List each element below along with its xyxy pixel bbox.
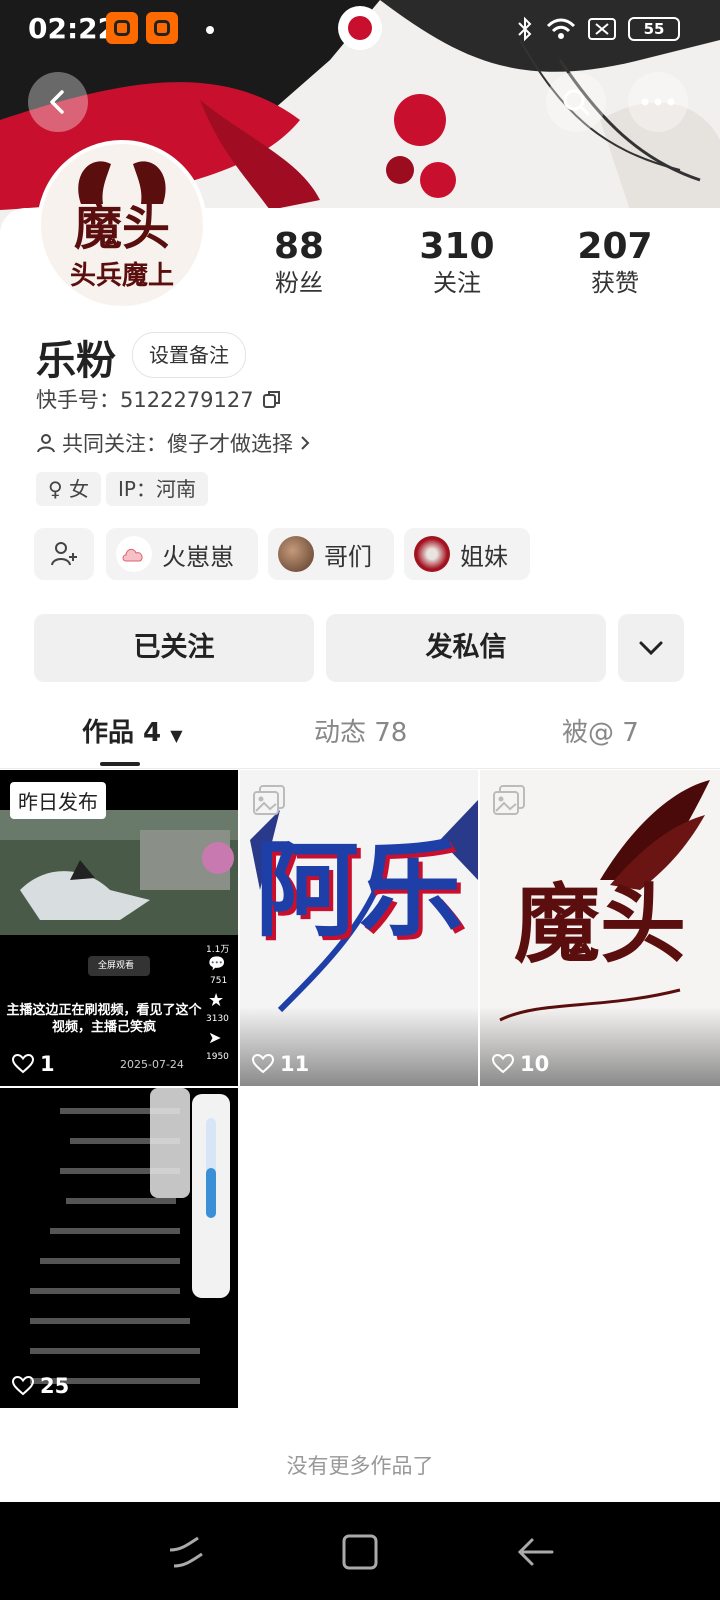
heart-icon: [12, 1376, 34, 1396]
tab-moments[interactable]: 动态 78: [314, 712, 407, 749]
comment-icon: 💬: [208, 956, 226, 972]
avatar-main-text: 魔头: [74, 200, 170, 256]
work-art-text: 魔头: [514, 874, 686, 975]
chevron-right-icon: [301, 436, 310, 450]
gender-tag-text: 女: [69, 477, 90, 501]
likes-label: 获赞: [591, 269, 639, 297]
work-art-text: 阿乐: [254, 828, 463, 951]
sim-off-icon: [588, 18, 616, 40]
battery-icon: 55: [628, 17, 680, 41]
back-arrow-icon: [50, 90, 64, 114]
notification-dot-icon: [206, 26, 214, 34]
kuaishou-id-text: 快手号：5122279127: [36, 388, 254, 412]
add-friend-button[interactable]: [34, 528, 94, 580]
likes-number: 10: [520, 1052, 550, 1076]
no-more-works-text: 没有更多作品了: [286, 1454, 434, 1478]
friend-avatar: [116, 536, 152, 572]
side-count: 3130: [206, 1014, 229, 1024]
more-button[interactable]: [628, 72, 688, 132]
status-bar: 02:22 55: [0, 0, 720, 60]
side-count: 1.1万: [206, 945, 230, 955]
cloud-icon: [122, 548, 143, 562]
heart-icon: [252, 1054, 274, 1074]
app-notification-icon: [106, 12, 138, 44]
friend-chip-label: 火崽崽: [162, 542, 234, 571]
work-tile[interactable]: 昨日发布 全屏观看 1.1万 💬 751 ★ 3130 ➤ 1950 主播这边正…: [0, 770, 238, 1086]
friend-chip-gemen[interactable]: 哥们: [268, 528, 394, 580]
app-notification-icon: [146, 12, 178, 44]
likes-number: 25: [40, 1374, 70, 1398]
badge-yesterday: 昨日发布: [10, 782, 106, 819]
following-label: 关注: [433, 269, 481, 297]
video-overlay-text: 主播这边正在刷视频，看见了这个视频，主播己笑疯: [6, 1003, 202, 1035]
friend-chip-label: 姐妹: [460, 542, 508, 571]
expand-button[interactable]: [618, 614, 684, 682]
more-dots-icon: [641, 98, 675, 106]
tab-active-indicator: [100, 762, 140, 766]
likes-count: 207: [577, 226, 653, 267]
friend-chip-label: 哥们: [324, 542, 372, 571]
following-count: 310: [419, 226, 495, 267]
recents-icon[interactable]: [166, 1532, 206, 1572]
back-nav-icon[interactable]: [516, 1532, 556, 1572]
bluetooth-icon: [518, 16, 532, 42]
search-icon: [563, 89, 590, 116]
person-icon: [37, 434, 55, 453]
likes-count: 1: [12, 1052, 55, 1076]
work-tile[interactable]: 魔头 10: [480, 770, 720, 1086]
send-message-button[interactable]: 发私信: [326, 614, 606, 682]
set-remark-button[interactable]: 设置备注: [132, 332, 246, 378]
likes-count: 11: [252, 1052, 309, 1076]
back-button[interactable]: [28, 72, 88, 132]
avatar-sub-text: 头兵魔上: [70, 261, 174, 291]
search-button[interactable]: [546, 72, 606, 132]
divider: [0, 768, 720, 769]
copy-icon[interactable]: [262, 389, 282, 409]
chevron-down-icon: [639, 641, 663, 656]
work-tile[interactable]: 阿乐 11: [240, 770, 478, 1086]
followers-stat[interactable]: 88 粉丝: [244, 226, 354, 298]
work-tile[interactable]: 25: [0, 1088, 238, 1408]
friend-chip-jiemei[interactable]: 姐妹: [404, 528, 530, 580]
friend-avatar: [278, 536, 314, 572]
mutual-follow-text: 共同关注：傻子才做选择: [62, 432, 293, 456]
side-count: 751: [210, 976, 228, 986]
tab-works-label: 作品 4: [82, 718, 162, 748]
gender-tag: ♀ 女: [36, 472, 102, 506]
star-icon: ★: [208, 990, 225, 1011]
ip-tag: IP：河南: [106, 472, 208, 506]
home-icon[interactable]: [340, 1532, 380, 1572]
friend-avatar: [414, 536, 450, 572]
tab-mentions[interactable]: 被@ 7: [562, 712, 639, 749]
likes-number: 1: [40, 1052, 55, 1076]
followed-button[interactable]: 已关注: [34, 614, 314, 682]
dropdown-triangle-icon: ▼: [170, 726, 183, 745]
multi-image-icon: [493, 785, 525, 815]
side-count: 1950: [206, 1052, 229, 1062]
add-user-icon: [51, 542, 77, 566]
video-date: 2025-07-24: [120, 1058, 184, 1071]
share-icon: ➤: [208, 1028, 222, 1047]
following-stat[interactable]: 310 关注: [402, 226, 512, 298]
likes-stat[interactable]: 207 获赞: [560, 226, 670, 298]
mutual-follow-row[interactable]: 共同关注：傻子才做选择: [36, 428, 311, 458]
likes-number: 11: [280, 1052, 310, 1076]
heart-icon: [12, 1054, 34, 1074]
followers-label: 粉丝: [275, 269, 323, 297]
fullscreen-label: 全屏观看: [98, 961, 135, 971]
kuaishou-id[interactable]: 快手号：5122279127: [36, 384, 282, 414]
navigation-bar: [0, 1502, 720, 1600]
followers-count: 88: [273, 226, 325, 267]
female-icon: ♀: [48, 477, 63, 501]
wifi-icon: [546, 18, 576, 39]
friend-chip-huozaizai[interactable]: 火崽崽: [106, 528, 258, 580]
status-time: 02:22: [28, 12, 118, 45]
likes-count: 25: [12, 1374, 69, 1398]
multi-image-icon: [253, 785, 285, 815]
avatar[interactable]: 魔头 头兵魔上: [37, 140, 207, 310]
tab-works[interactable]: 作品 4 ▼: [82, 712, 183, 749]
heart-icon: [492, 1054, 514, 1074]
likes-count: 10: [492, 1052, 549, 1076]
profile-name: 乐粉: [36, 338, 116, 384]
